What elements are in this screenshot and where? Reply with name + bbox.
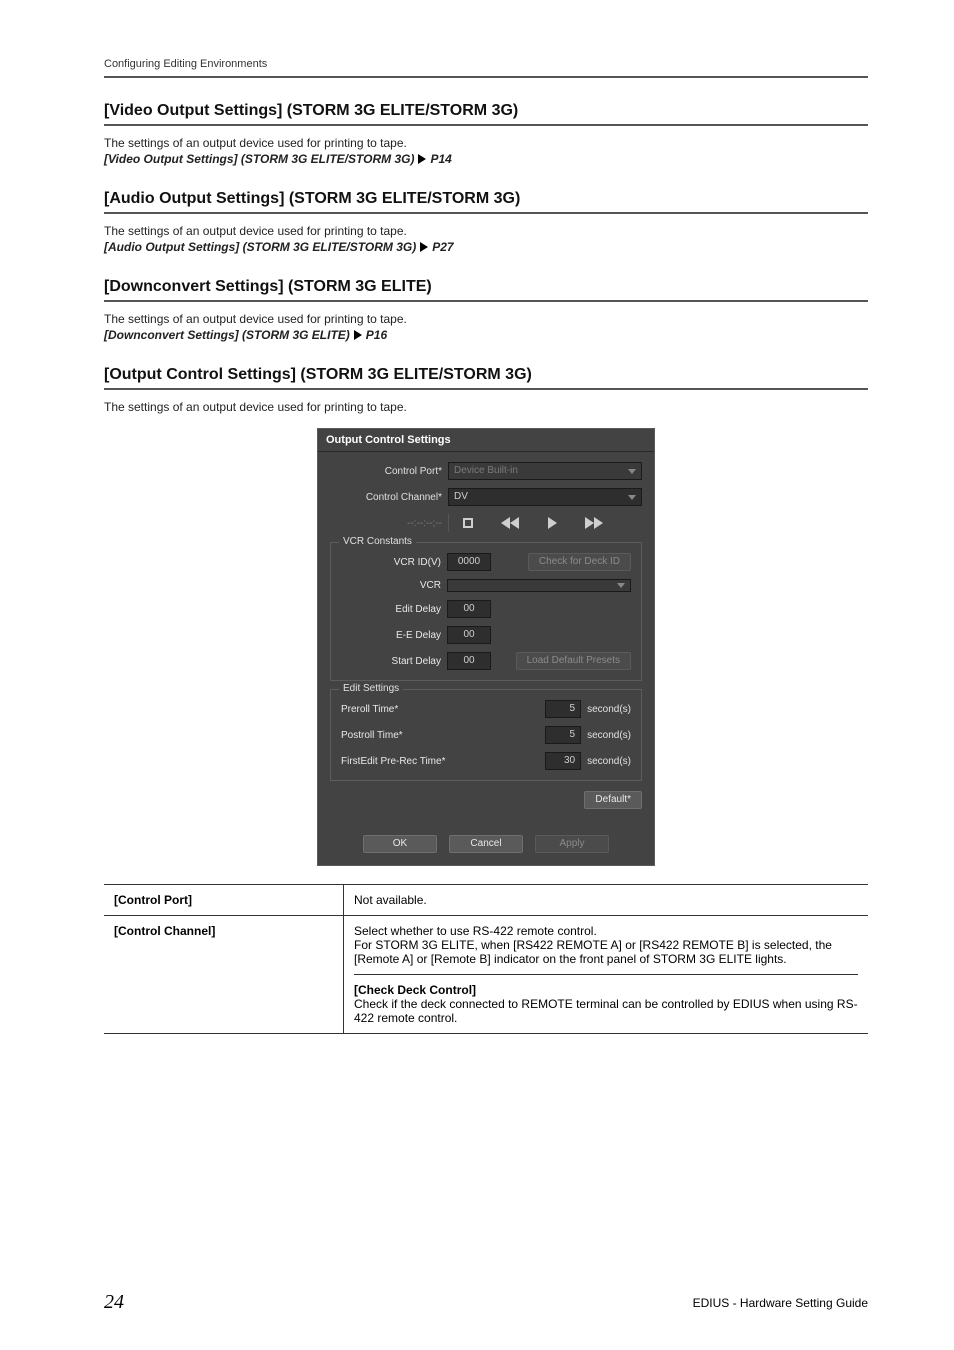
xref-label: [Video Output Settings] (STORM 3G ELITE/… [104,152,414,166]
cell-control-channel: [Control Channel] [104,916,344,1033]
body-text: The settings of an output device used fo… [104,136,868,150]
load-default-presets-button[interactable]: Load Default Presets [516,652,631,670]
timecode-label: --:--:--;-- [330,518,442,529]
xref-video-output[interactable]: [Video Output Settings] (STORM 3G ELITE/… [104,152,868,166]
heading-output-control: [Output Control Settings] (STORM 3G ELIT… [104,366,868,390]
select-value: DV [454,492,468,502]
body-text: The settings of an output device used fo… [104,224,868,238]
unit-label: second(s) [587,756,631,767]
cancel-button[interactable]: Cancel [449,835,523,853]
xref-label: [Downconvert Settings] (STORM 3G ELITE) [104,328,350,342]
xref-page: P14 [430,152,451,166]
heading-downconvert: [Downconvert Settings] (STORM 3G ELITE) [104,278,868,302]
cell-value: Select whether to use RS-422 remote cont… [344,916,868,1033]
xref-page: P16 [366,328,387,342]
footer-text: EDIUS - Hardware Setting Guide [693,1296,868,1310]
default-button[interactable]: Default* [584,791,642,809]
unit-label: second(s) [587,704,631,715]
cell-subheading: [Check Deck Control] [354,983,858,997]
xref-downconvert[interactable]: [Downconvert Settings] (STORM 3G ELITE) … [104,328,868,342]
dialog-title: Output Control Settings [318,429,654,452]
xref-label: [Audio Output Settings] (STORM 3G ELITE/… [104,240,416,254]
select-value: Device Built-in [454,466,518,476]
heading-video-output: [Video Output Settings] (STORM 3G ELITE/… [104,102,868,126]
cell-value: Not available. [344,885,868,915]
table-row: [Control Port] Not available. [104,885,868,915]
check-deck-id-button[interactable]: Check for Deck ID [528,553,631,571]
chevron-down-icon [628,469,636,474]
xref-audio-output[interactable]: [Audio Output Settings] (STORM 3G ELITE/… [104,240,868,254]
vcr-id-label: VCR ID(V) [341,557,441,568]
unit-label: second(s) [587,730,631,741]
xref-page: P27 [432,240,453,254]
apply-button[interactable]: Apply [535,835,609,853]
fieldset-legend: Edit Settings [339,683,403,694]
play-icon[interactable] [543,514,561,532]
output-control-settings-dialog: Output Control Settings Control Port* De… [317,428,655,866]
vcr-select[interactable] [447,579,631,592]
cell-paragraph: Check if the deck connected to REMOTE te… [354,997,858,1025]
control-port-select[interactable]: Device Built-in [448,462,642,480]
ok-button[interactable]: OK [363,835,437,853]
arrow-right-icon [354,330,362,340]
separator [448,514,449,532]
arrow-right-icon [420,242,428,252]
rewind-icon[interactable] [501,514,519,532]
start-delay-input[interactable]: 00 [447,652,491,670]
cell-paragraph: Select whether to use RS-422 remote cont… [354,924,858,966]
control-port-label: Control Port* [330,466,442,477]
stop-icon[interactable] [459,514,477,532]
edit-delay-label: Edit Delay [341,604,441,615]
preroll-input[interactable]: 5 [545,700,581,718]
fast-forward-icon[interactable] [585,514,603,532]
ee-delay-input[interactable]: 00 [447,626,491,644]
page-number: 24 [104,1291,124,1314]
preroll-label: Preroll Time* [341,704,398,715]
body-text: The settings of an output device used fo… [104,312,868,326]
table-row: [Control Channel] Select whether to use … [104,915,868,1033]
start-delay-label: Start Delay [341,656,441,667]
fieldset-legend: VCR Constants [339,536,416,547]
postroll-input[interactable]: 5 [545,726,581,744]
postroll-label: Postroll Time* [341,730,403,741]
chevron-down-icon [628,495,636,500]
firstedit-input[interactable]: 30 [545,752,581,770]
edit-settings-group: Edit Settings Preroll Time* 5 second(s) … [330,689,642,781]
heading-audio-output: [Audio Output Settings] (STORM 3G ELITE/… [104,190,868,214]
dialog-screenshot: Output Control Settings Control Port* De… [104,428,868,866]
vcr-constants-group: VCR Constants VCR ID(V) 0000 Check for D… [330,542,642,681]
settings-table: [Control Port] Not available. [Control C… [104,884,868,1034]
body-text: The settings of an output device used fo… [104,400,868,414]
cell-control-port: [Control Port] [104,885,344,915]
ee-delay-label: E-E Delay [341,630,441,641]
vcr-id-input[interactable]: 0000 [447,553,491,571]
vcr-label: VCR [341,580,441,591]
running-header: Configuring Editing Environments [104,58,868,78]
firstedit-label: FirstEdit Pre-Rec Time* [341,756,445,767]
control-channel-select[interactable]: DV [448,488,642,506]
chevron-down-icon [617,583,625,588]
edit-delay-input[interactable]: 00 [447,600,491,618]
arrow-right-icon [418,154,426,164]
control-channel-label: Control Channel* [330,492,442,503]
